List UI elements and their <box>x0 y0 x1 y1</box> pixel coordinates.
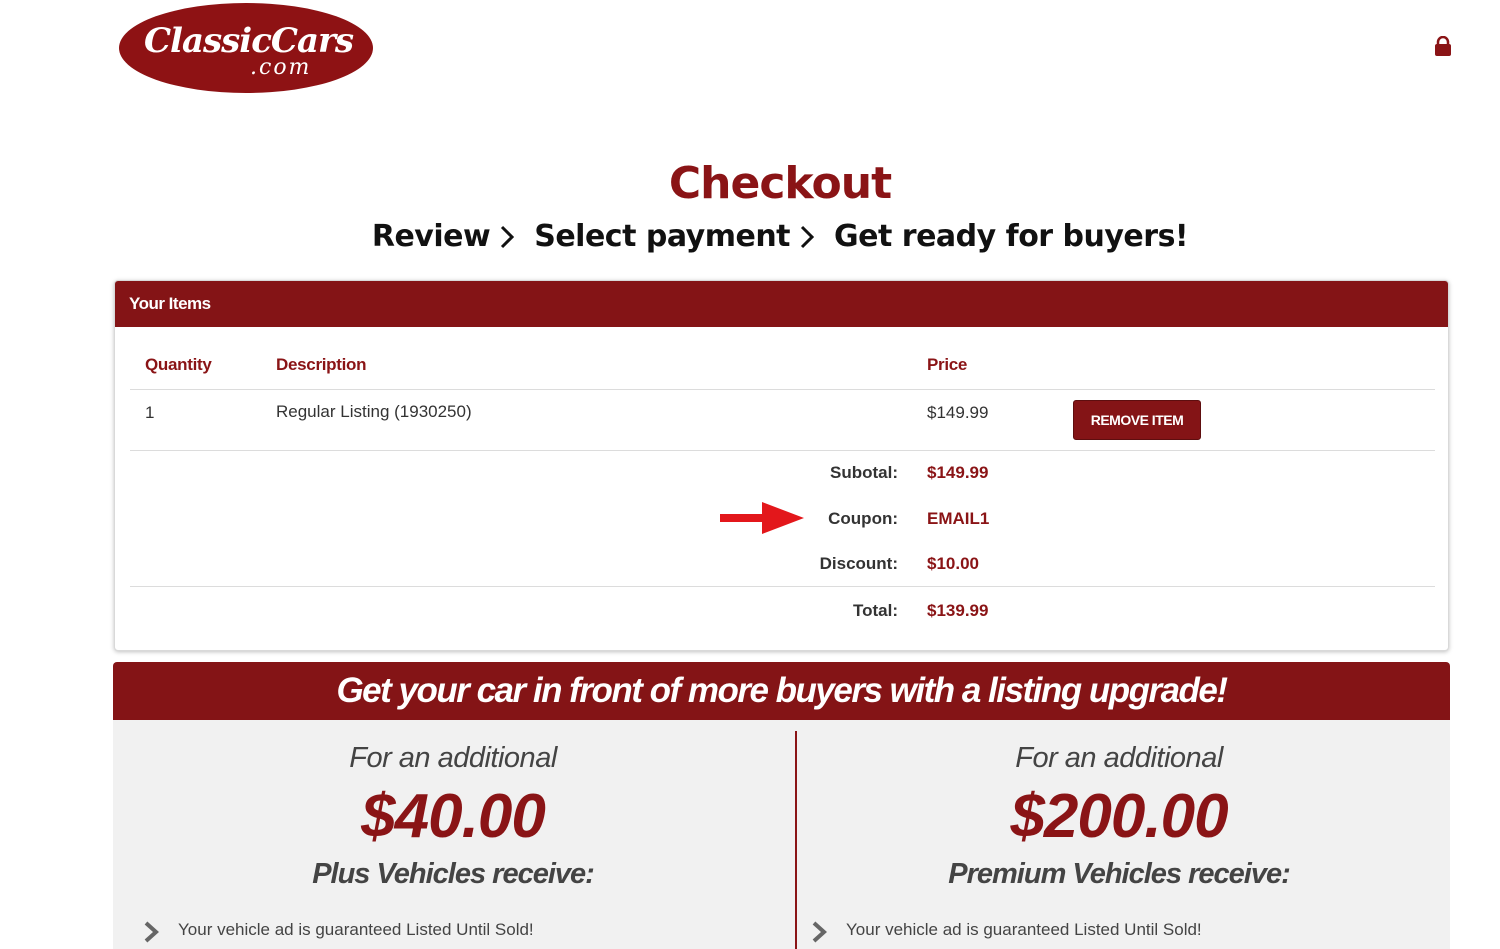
subtotal-value: $149.99 <box>927 463 989 482</box>
logo-text: ClassicCars <box>144 21 354 61</box>
subtotal-label: Subotal: <box>830 463 898 482</box>
checkout-steps: Review Select payment Get ready for buyers… <box>0 218 1500 254</box>
plan-prefix: For an additional <box>349 742 557 774</box>
column-description: Description <box>276 355 367 374</box>
plan-plus[interactable]: For an additional $40.00 Plus Vehicles r… <box>113 720 793 891</box>
cart-card: Your Items Quantity Description Price 1 … <box>114 280 1449 651</box>
remove-item-button[interactable]: REMOVE ITEM <box>1073 400 1201 440</box>
page-title: Checkout <box>668 158 892 209</box>
total-label: Total: <box>852 601 898 620</box>
total-value: $139.99 <box>927 601 989 620</box>
cart-heading: Your Items <box>115 281 1448 327</box>
plan-premium[interactable]: For an additional $200.00 Premium Vehicl… <box>779 720 1459 891</box>
plan-feature-text: Your vehicle ad is guaranteed Listed Unt… <box>846 920 1202 939</box>
classiccars-logo[interactable]: ClassicCars .com <box>118 2 375 94</box>
coupon-value: EMAIL1 <box>927 509 990 528</box>
step-review: Review <box>371 219 491 254</box>
divider <box>130 389 1435 390</box>
plan-feature: Your vehicle ad is guaranteed Listed Unt… <box>144 920 534 943</box>
upgrade-banner: Get your car in front of more buyers wit… <box>113 662 1450 720</box>
step-select-payment: Select payment <box>534 219 791 254</box>
divider <box>130 586 1435 587</box>
chevron-right-icon <box>800 225 815 248</box>
chevron-right-icon <box>501 225 515 248</box>
plan-prefix: For an additional <box>1015 742 1223 774</box>
plan-price: $200.00 <box>1010 782 1228 851</box>
logo-subtext: .com <box>250 55 311 80</box>
red-arrow-icon <box>720 502 804 534</box>
column-price: Price <box>927 355 968 374</box>
lock-icon <box>1435 36 1451 56</box>
item-quantity: 1 <box>145 403 155 422</box>
discount-label: Discount: <box>819 554 898 573</box>
plan-feature-text: Your vehicle ad is guaranteed Listed Unt… <box>178 920 534 939</box>
item-description: Regular Listing (1930250) <box>276 402 472 421</box>
plan-receive: Premium Vehicles receive: <box>948 858 1290 890</box>
step-get-ready: Get ready for buyers! <box>834 219 1189 254</box>
column-quantity: Quantity <box>145 355 212 374</box>
divider <box>130 450 1435 451</box>
plan-price: $40.00 <box>361 782 546 851</box>
discount-value: $10.00 <box>927 554 979 573</box>
chevron-right-icon <box>144 921 159 943</box>
item-price: $149.99 <box>927 403 989 422</box>
plan-feature: Your vehicle ad is guaranteed Listed Unt… <box>812 920 1202 943</box>
plan-receive: Plus Vehicles receive: <box>312 858 595 890</box>
chevron-right-icon <box>812 921 827 943</box>
